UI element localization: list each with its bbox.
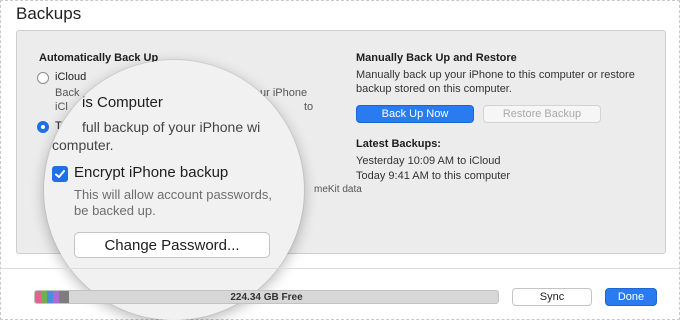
latest-backup-entry: Yesterday 10:09 AM to iCloud (356, 155, 501, 167)
encrypt-desc-line2: be backed up. (74, 203, 156, 218)
checkmark-icon (55, 170, 65, 178)
encrypt-note-tail: meKit data (314, 184, 362, 195)
manual-backup-desc: Manually back up your iPhone to this com… (356, 69, 635, 95)
section-title: Backups (16, 4, 82, 23)
icloud-radio[interactable] (37, 72, 49, 84)
auto-backup-heading: Automatically Back Up (39, 52, 159, 64)
icloud-desc-line1-tail: ur iPhone (260, 87, 308, 99)
storage-bar: 224.34 GB Free (34, 290, 499, 304)
footer-divider (0, 268, 680, 269)
encrypt-checkbox[interactable] (52, 166, 68, 182)
icloud-desc-line2-tail: to (304, 101, 314, 113)
change-password-button[interactable]: Change Password... (74, 232, 270, 258)
encrypt-label: Encrypt iPhone backup (74, 164, 229, 181)
mag-computer-desc-line1: full backup of your iPhone wi (82, 119, 261, 135)
icloud-label: iCloud (55, 71, 87, 83)
mag-this-computer-label: is Computer (82, 94, 163, 111)
latest-backups-heading: Latest Backups: (356, 138, 441, 150)
icloud-desc-line2: iCl (55, 101, 68, 113)
storage-free-label: 224.34 GB Free (230, 291, 303, 303)
done-button[interactable]: Done (605, 288, 657, 306)
mag-computer-desc-line2: computer. (52, 137, 114, 153)
icloud-desc-line1: Back (55, 87, 80, 99)
encrypt-desc-line1: This will allow account passwords, (74, 187, 272, 202)
magnifier-lens: is Computer full backup of your iPhone w… (44, 60, 304, 320)
latest-backup-entry: Today 9:41 AM to this computer (356, 170, 511, 182)
manual-backup-heading: Manually Back Up and Restore (356, 52, 517, 64)
restore-backup-button[interactable]: Restore Backup (483, 105, 601, 123)
back-up-now-button[interactable]: Back Up Now (356, 105, 474, 123)
sync-button[interactable]: Sync (512, 288, 592, 306)
this-computer-radio[interactable] (37, 121, 49, 133)
